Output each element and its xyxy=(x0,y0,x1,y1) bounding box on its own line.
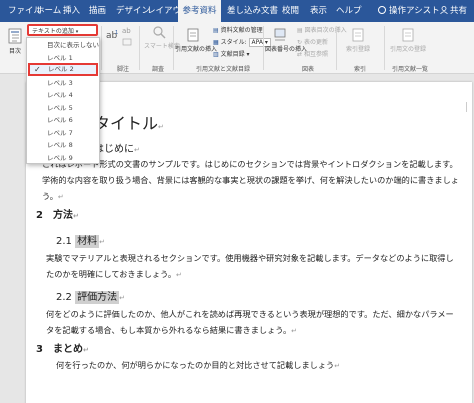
next-footnote-button[interactable]: ab xyxy=(122,26,132,36)
manage-sources-icon: ▤ xyxy=(213,27,221,34)
group-separator xyxy=(173,26,174,70)
citation-style-value: APA xyxy=(251,39,263,46)
menu-item-level-6[interactable]: レベル 6 xyxy=(27,114,99,127)
mark-entry-icon xyxy=(352,28,364,42)
insert-citation-button[interactable]: 引用文献の挿入 xyxy=(175,28,217,53)
checkmark-icon: ✓ xyxy=(34,65,41,74)
show-notes-icon xyxy=(122,38,132,46)
cross-reference-button[interactable]: ⇄ 相互参照 xyxy=(297,49,328,58)
tab-mailings[interactable]: 差し込み文書 xyxy=(227,0,278,22)
update-table-label: 表の更新 xyxy=(303,39,328,46)
paragraph-summary[interactable]: 何を行ったのか、何が明らかになったのか目的と対比させて記載しましょう↵ xyxy=(56,357,456,374)
authorities-group-label: 引用文献一覧 xyxy=(392,66,429,73)
toc-button[interactable]: 目次 xyxy=(4,28,26,55)
group-separator xyxy=(139,26,140,70)
tab-references[interactable]: 参考資料 xyxy=(178,0,221,22)
tab-review[interactable]: 校閲 xyxy=(282,0,299,22)
group-separator xyxy=(263,26,264,70)
menu-item-level-8[interactable]: レベル 8 xyxy=(27,139,99,152)
mark-citation-label: 引用文の登録 xyxy=(390,46,427,53)
svg-text:ab: ab xyxy=(122,27,131,34)
cross-reference-icon: ⇄ xyxy=(297,51,304,58)
show-notes-button[interactable] xyxy=(122,38,132,48)
add-text-dropdown-menu: 目次に表示しない レベル 1 ✓ レベル 2 レベル 3 レベル 4 レベル 5 … xyxy=(26,37,100,164)
manage-sources-button[interactable]: ▤ 資料文献の管理 xyxy=(213,25,263,34)
insert-citation-icon xyxy=(187,28,199,42)
bibliography-label: 文献目録 xyxy=(220,51,245,58)
svg-text:1: 1 xyxy=(115,30,118,36)
lightbulb-icon xyxy=(378,6,386,14)
mark-citation-button[interactable]: 引用文の登録 xyxy=(390,28,426,53)
manage-sources-label: 資料文献の管理 xyxy=(220,27,263,34)
heading-method[interactable]: 2 方法↵ xyxy=(36,206,79,221)
paragraph-evaluation[interactable]: 何をどのように評価したのか、他人がこれを読めば再現できるという表現が理想的です。… xyxy=(46,306,458,339)
insert-caption-icon xyxy=(274,28,286,41)
next-footnote-icon: ab xyxy=(122,27,131,35)
heading-summary[interactable]: 3 まとめ↵ xyxy=(36,340,89,355)
page-corner-mark xyxy=(466,102,467,112)
toc-label: 目次 xyxy=(8,48,21,55)
tab-help[interactable]: ヘルプ xyxy=(336,0,362,22)
style-icon: ▦ xyxy=(213,39,221,46)
menu-item-level-3[interactable]: レベル 3 xyxy=(27,77,99,90)
update-table-button[interactable]: ↻ 表の更新 xyxy=(297,37,328,46)
tab-view[interactable]: 表示 xyxy=(310,0,327,22)
update-table-icon: ↻ xyxy=(297,39,304,46)
menu-item-level-9[interactable]: レベル 9 xyxy=(27,152,99,165)
style-label: スタイル: xyxy=(220,39,247,46)
insert-citation-label: 引用文献の挿入 xyxy=(175,46,218,53)
chevron-down-icon: ▾ xyxy=(75,29,79,35)
bibliography-button[interactable]: ▥ 文献目録 ▾ xyxy=(213,49,250,58)
document-title[interactable]: タイトル↵ xyxy=(94,110,164,134)
menu-item-level-5[interactable]: レベル 5 xyxy=(27,102,99,115)
tab-insert[interactable]: 挿入 xyxy=(63,0,80,22)
table-of-contents-icon xyxy=(8,28,22,44)
paragraph-materials[interactable]: 実験でマテリアルと表現されるセクションです。使用機器や研究対象を記載します。デー… xyxy=(46,250,458,283)
smart-lookup-button[interactable]: スマート検索 xyxy=(144,25,180,50)
share-label: 共有 xyxy=(450,6,468,16)
heading-evaluation-text: 評価方法 xyxy=(75,291,120,304)
heading-evaluation[interactable]: 2.2 評価方法 ↵ xyxy=(56,288,125,304)
tab-design[interactable]: デザイン xyxy=(116,0,150,22)
share-button[interactable]: 共有 xyxy=(440,0,467,22)
menu-item-level-7[interactable]: レベル 7 xyxy=(27,127,99,140)
tell-me-label: 操作アシスト xyxy=(389,6,440,16)
table-of-figures-icon: ▤ xyxy=(297,27,305,34)
ribbon-tab-bar: ファイル ホーム 挿入 描画 デザイン レイアウト 参考資料 差し込み文書 校閲… xyxy=(0,0,474,22)
insert-footnote-button[interactable]: ab 1 xyxy=(104,28,120,44)
add-text-label: テキストの追加 xyxy=(32,28,74,35)
group-separator xyxy=(101,26,102,70)
menu-item-level-4[interactable]: レベル 4 xyxy=(27,89,99,102)
menu-item-level-2[interactable]: ✓ レベル 2 xyxy=(28,63,98,76)
mark-entry-label: 索引登録 xyxy=(345,46,370,53)
heading-materials[interactable]: 2.1 材料 ↵ xyxy=(56,232,105,248)
footnote-icon: ab 1 xyxy=(106,30,118,41)
add-text-button[interactable]: テキストの追加 ▾ xyxy=(27,24,98,36)
heading-materials-text: 材料 xyxy=(75,235,100,248)
menu-item-do-not-show[interactable]: 目次に表示しない xyxy=(27,39,99,52)
mark-entry-button[interactable]: 索引登録 xyxy=(340,28,376,53)
bibliography-icon: ▥ xyxy=(213,51,221,58)
tab-draw[interactable]: 描画 xyxy=(89,0,106,22)
tab-home[interactable]: ホーム xyxy=(36,0,61,22)
research-group-label: 調査 xyxy=(152,66,165,73)
person-icon xyxy=(440,6,448,15)
insert-caption-button[interactable]: 図表番号の挿入 xyxy=(265,28,307,53)
group-separator xyxy=(384,26,385,70)
search-icon xyxy=(153,26,166,39)
tell-me-search[interactable]: 操作アシスト xyxy=(378,0,440,22)
chevron-down-icon: ▾ xyxy=(244,51,250,58)
index-group-label: 索引 xyxy=(354,66,367,73)
footnote-group-label: 脚注 xyxy=(117,66,130,73)
paragraph-introduction[interactable]: これはレポート形式の文書のサンプルです。はじめにのセクションでは背景やイントロダ… xyxy=(42,156,462,205)
cross-reference-label: 相互参照 xyxy=(303,51,328,58)
citations-group-label: 引用文献と文献目録 xyxy=(196,66,251,73)
group-separator xyxy=(336,26,337,70)
heading-introduction[interactable]: はじめに↵ xyxy=(94,140,140,155)
captions-group-label: 図表 xyxy=(302,66,315,73)
mark-citation-icon xyxy=(402,28,414,42)
